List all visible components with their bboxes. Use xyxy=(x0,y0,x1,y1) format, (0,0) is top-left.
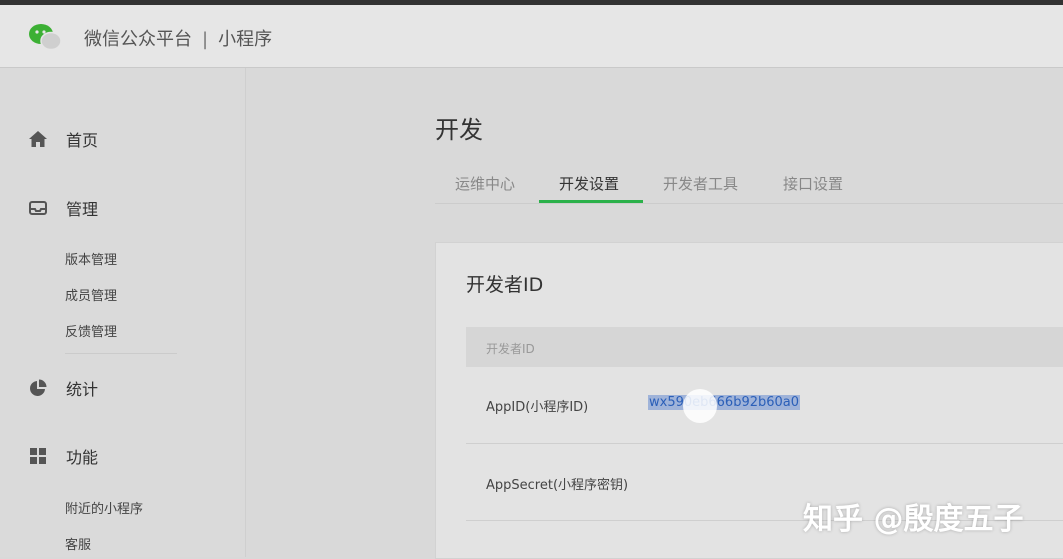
sidebar-item-feedback-manage[interactable]: 反馈管理 xyxy=(65,321,117,340)
card-title: 开发者ID xyxy=(466,274,544,296)
tab-dev-settings[interactable]: 开发设置 xyxy=(559,173,619,194)
sidebar-item-customer-service[interactable]: 客服 xyxy=(65,534,91,553)
sidebar-item-stats[interactable]: 统计 xyxy=(28,376,98,400)
sidebar-item-label: 统计 xyxy=(66,380,99,399)
table-row-appid: AppID(小程序ID) wx590eb666b92b60a0 xyxy=(466,367,1063,444)
tab-api-settings[interactable]: 接口设置 xyxy=(783,173,843,194)
inbox-icon xyxy=(29,201,47,215)
sidebar-item-version-manage[interactable]: 版本管理 xyxy=(65,249,117,268)
table-header-label: 开发者ID xyxy=(486,342,535,356)
section-name: 小程序 xyxy=(218,29,273,50)
mouse-cursor-highlight xyxy=(683,389,717,423)
appid-value[interactable]: wx590eb666b92b60a0 xyxy=(648,395,801,410)
table-header: 开发者ID xyxy=(466,327,1063,367)
appid-label: AppID(小程序ID) xyxy=(486,400,589,415)
sidebar-item-label: 首页 xyxy=(66,131,99,150)
sidebar: 首页 管理 版本管理 成员管理 反馈管理 统计 功能 附近的小程序 客服 xyxy=(0,68,246,557)
platform-name[interactable]: 微信公众平台 xyxy=(84,29,192,50)
grid-icon xyxy=(30,448,46,464)
main-content: 开发 运维中心 开发设置 开发者工具 接口设置 开发者ID 开发者ID AppI… xyxy=(246,68,1063,559)
home-icon xyxy=(29,131,47,147)
sidebar-item-nearby-miniprogram[interactable]: 附近的小程序 xyxy=(65,498,143,517)
active-tab-indicator xyxy=(539,200,643,203)
sidebar-item-label: 功能 xyxy=(66,448,99,467)
tab-ops-center[interactable]: 运维中心 xyxy=(455,173,515,194)
sidebar-item-label: 管理 xyxy=(66,200,99,219)
tab-bar: 运维中心 开发设置 开发者工具 接口设置 xyxy=(435,163,1063,204)
brand-separator: | xyxy=(202,29,209,50)
sidebar-item-features[interactable]: 功能 xyxy=(28,444,98,468)
wechat-logo-icon xyxy=(29,24,62,51)
sidebar-item-home[interactable]: 首页 xyxy=(28,127,98,151)
sidebar-item-manage[interactable]: 管理 xyxy=(28,196,98,220)
pie-chart-icon xyxy=(30,379,47,396)
header: 微信公众平台 | 小程序 xyxy=(0,5,1063,68)
sidebar-item-member-manage[interactable]: 成员管理 xyxy=(65,285,117,304)
sidebar-divider xyxy=(65,353,177,354)
tab-dev-tools[interactable]: 开发者工具 xyxy=(663,173,738,194)
page-title: 开发 xyxy=(435,116,483,144)
appsecret-label: AppSecret(小程序密钥) xyxy=(486,478,629,493)
watermark: 知乎 @殷度五子 xyxy=(803,502,1024,537)
brand-title[interactable]: 微信公众平台 | 小程序 xyxy=(84,25,272,51)
